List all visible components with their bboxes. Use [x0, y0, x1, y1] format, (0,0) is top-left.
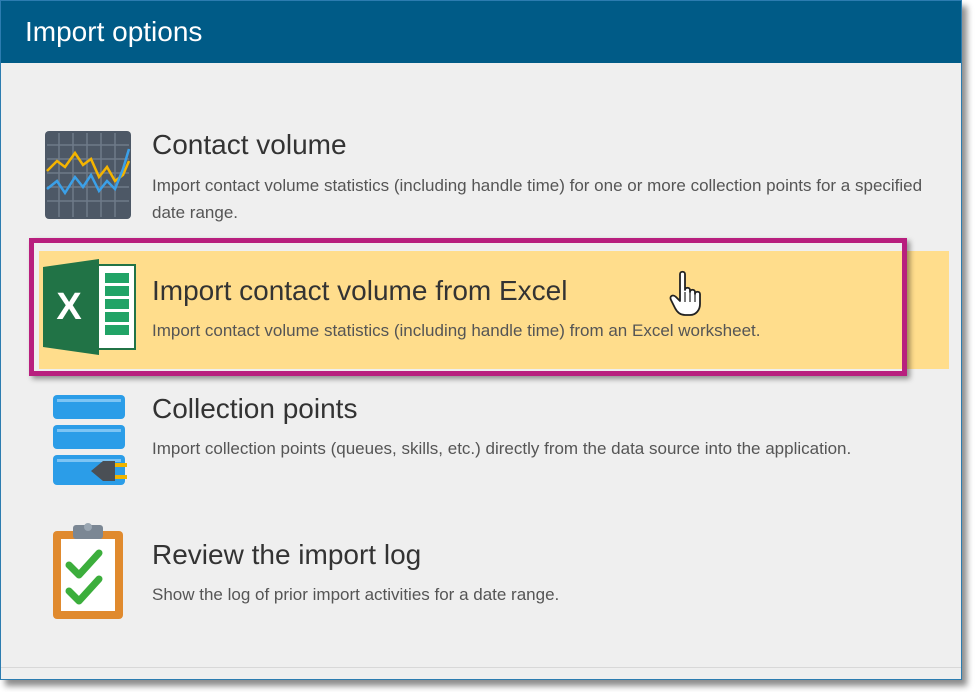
option-title: Contact volume — [152, 129, 347, 160]
chart-grid-icon — [45, 131, 131, 224]
option-description: Show the log of prior import activities … — [152, 585, 560, 604]
window-title: Import options — [1, 1, 961, 63]
option-title: Review the import log — [152, 539, 422, 570]
option-contact-volume[interactable]: Contact volume Import contact volume sta… — [39, 129, 949, 224]
option-description: Import collection points (queues, skills… — [152, 439, 852, 458]
option-review-import-log[interactable]: Review the import log Show the log of pr… — [39, 521, 949, 621]
bottom-divider — [1, 667, 961, 668]
hand-pointer-cursor-icon — [668, 270, 708, 323]
option-title: Import contact volume from Excel — [152, 275, 568, 306]
option-description: Import contact volume statistics (includ… — [152, 176, 923, 222]
option-description: Import contact volume statistics (includ… — [152, 321, 761, 340]
option-collection-points[interactable]: Collection points Import collection poin… — [39, 393, 949, 489]
clipboard-check-icon — [51, 521, 127, 626]
option-title: Collection points — [152, 393, 358, 424]
svg-text:X: X — [56, 286, 82, 328]
excel-icon: X — [41, 259, 137, 360]
import-options-window: Import options Contact volume Import con… — [0, 0, 962, 680]
option-import-from-excel[interactable]: X Import contact volume from Excel Impor… — [39, 259, 949, 355]
database-plug-icon — [51, 393, 131, 494]
